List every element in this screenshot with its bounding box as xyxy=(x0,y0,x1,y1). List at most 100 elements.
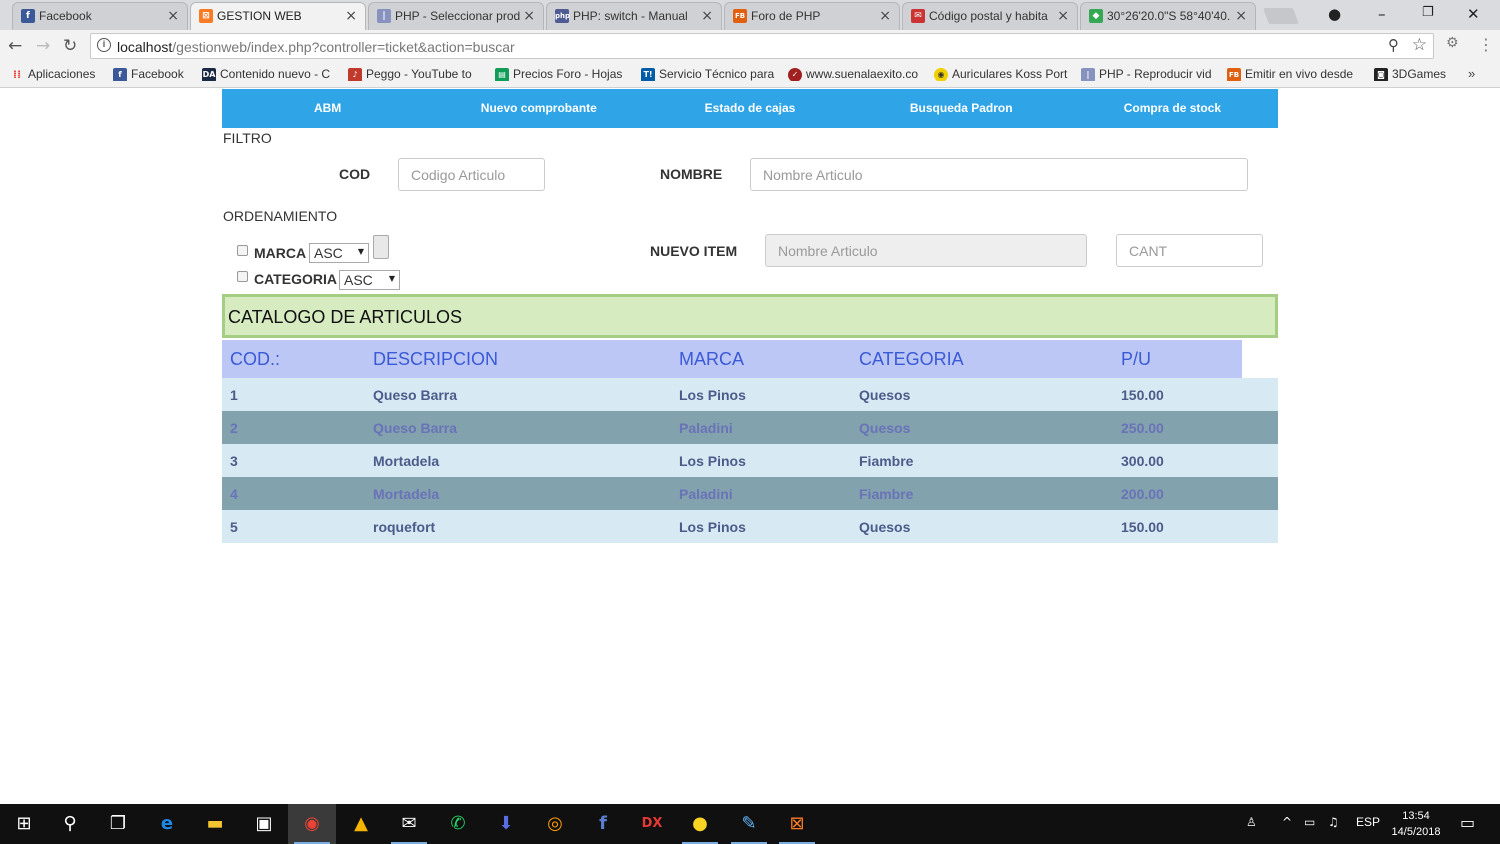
categoria-order-select[interactable]: ASC ▼ xyxy=(339,270,400,290)
warning-app-icon[interactable]: ▲ xyxy=(337,804,385,844)
ordenamiento-heading: ORDENAMIENTO xyxy=(223,208,338,224)
url-text[interactable]: localhost/gestionweb/index.php?controlle… xyxy=(117,39,515,55)
close-tab-icon[interactable]: × xyxy=(523,8,535,24)
bookmark-precios-foro[interactable]: ▤ Precios Foro - Hojas xyxy=(495,67,631,81)
cell-cod: 2 xyxy=(230,420,238,436)
cell-descripcion: Queso Barra xyxy=(373,387,458,403)
marca-order-value: ASC xyxy=(314,245,343,261)
xampp-icon[interactable]: ⊠ xyxy=(773,804,821,844)
bookmark-servicio-tecnico[interactable]: T! Servicio Técnico para xyxy=(641,67,781,81)
apps-icon: ⁞⁞ xyxy=(12,68,22,81)
marca-order-select[interactable]: ASC ▼ xyxy=(309,243,369,263)
tab-gestion-web[interactable]: ⊠ GESTION WEB × xyxy=(190,2,366,30)
bookmark-aplicaciones[interactable]: ⁞⁞ Aplicaciones xyxy=(10,67,106,81)
downloader-icon[interactable]: ⬇ xyxy=(482,804,530,844)
table-row[interactable]: 1 Queso Barra Los Pinos Quesos 150.00 xyxy=(222,378,1278,411)
facebook-app-icon[interactable]: f xyxy=(579,804,627,844)
table-row[interactable]: 5 roquefort Los Pinos Quesos 150.00 xyxy=(222,510,1278,543)
zoom-icon[interactable]: ⚲ xyxy=(1388,36,1399,54)
show-hidden-icons[interactable]: ^ xyxy=(1282,815,1292,829)
notifications-icon[interactable]: ▭ xyxy=(1460,813,1475,832)
tab-foro-php[interactable]: FB Foro de PHP × xyxy=(724,2,900,30)
tab-codigo-postal[interactable]: ✉ Código postal y habita × xyxy=(902,2,1078,30)
windows-start-icon[interactable]: ⊞ xyxy=(0,804,48,844)
more-bookmarks-icon[interactable]: » xyxy=(1468,66,1475,81)
dx-app-icon[interactable]: DX xyxy=(628,804,676,844)
dropdown-arrow-icon: ▼ xyxy=(357,247,364,256)
close-window-icon[interactable]: ✕ xyxy=(1467,5,1480,23)
whatsapp-icon[interactable]: ✆ xyxy=(434,804,482,844)
menu-icon[interactable]: ⋮ xyxy=(1478,35,1494,54)
search-icon[interactable]: ⚲ xyxy=(46,804,94,844)
new-tab-button[interactable] xyxy=(1263,8,1299,24)
extension-icon[interactable]: ⚙ xyxy=(1446,35,1459,51)
table-row[interactable]: 4 Mortadela Paladini Fiambre 200.00 xyxy=(222,477,1278,510)
close-tab-icon[interactable]: × xyxy=(1057,8,1069,24)
language-indicator[interactable]: ESP xyxy=(1356,815,1380,829)
marca-label: MARCA xyxy=(254,245,307,261)
bookmark-facebook[interactable]: f Facebook xyxy=(113,67,195,81)
fruit-app-icon[interactable]: ● xyxy=(676,804,724,844)
close-tab-icon[interactable]: × xyxy=(167,8,179,24)
mail-icon[interactable]: ✉ xyxy=(385,804,433,844)
store-icon[interactable]: ▣ xyxy=(240,804,288,844)
xampp-icon: ⊠ xyxy=(199,9,213,23)
bookmark-emitir-en-vivo[interactable]: FB Emitir en vivo desde xyxy=(1227,67,1365,81)
close-tab-icon[interactable]: × xyxy=(701,8,713,24)
menu-item-busqueda-padron[interactable]: Busqueda Padron xyxy=(856,89,1067,128)
close-tab-icon[interactable]: × xyxy=(345,8,357,24)
chrome-icon[interactable]: ◉ xyxy=(288,804,336,844)
menu-item-compra-de-stock[interactable]: Compra de stock xyxy=(1067,89,1278,128)
sort-button[interactable] xyxy=(373,235,389,259)
marca-checkbox[interactable] xyxy=(237,245,248,256)
profile-icon[interactable]: ● xyxy=(1328,5,1341,23)
cant-input[interactable] xyxy=(1116,234,1263,267)
people-icon[interactable]: ♙ xyxy=(1246,815,1257,829)
table-row[interactable]: 3 Mortadela Los Pinos Fiambre 300.00 xyxy=(222,444,1278,477)
catalog-banner: CATALOGO DE ARTICULOS xyxy=(222,294,1278,338)
tab-google-maps[interactable]: ◆ 30°26'20.0"S 58°40'40. × xyxy=(1080,2,1256,30)
bookmark-auriculares[interactable]: ◉ Auriculares Koss Port xyxy=(934,67,1072,81)
categoria-checkbox[interactable] xyxy=(237,271,248,282)
orange-app-icon[interactable]: ◎ xyxy=(531,804,579,844)
menu-item-estado-de-cajas[interactable]: Estado de cajas xyxy=(644,89,855,128)
cell-marca: Los Pinos xyxy=(679,519,746,535)
nombre-input[interactable] xyxy=(750,158,1248,191)
forward-icon[interactable]: → xyxy=(36,36,50,56)
tab-php-seleccionar[interactable]: | PHP - Seleccionar prod × xyxy=(368,2,544,30)
minimize-icon[interactable]: – xyxy=(1378,5,1386,23)
network-icon[interactable]: ▭ xyxy=(1304,815,1315,829)
restore-icon[interactable]: ❐ xyxy=(1422,5,1434,20)
cell-pu: 250.00 xyxy=(1121,420,1164,436)
bookmark-3dgames[interactable]: ◙ 3DGames xyxy=(1374,67,1460,81)
table-row[interactable]: 2 Queso Barra Paladini Quesos 250.00 xyxy=(222,411,1278,444)
volume-icon[interactable]: ♫ xyxy=(1328,815,1339,829)
close-tab-icon[interactable]: × xyxy=(879,8,891,24)
cell-cod: 4 xyxy=(230,486,238,502)
tab-facebook[interactable]: f Facebook × xyxy=(12,2,188,30)
bookmark-contenido-nuevo[interactable]: DA Contenido nuevo - C xyxy=(202,67,340,81)
notepad-icon[interactable]: ✎ xyxy=(725,804,773,844)
catalog-title: CATALOGO DE ARTICULOS xyxy=(228,307,463,327)
address-bar[interactable]: i localhost/gestionweb/index.php?control… xyxy=(90,33,1434,59)
bookmark-suenalaexito[interactable]: ✓ www.suenalaexito.co xyxy=(788,67,926,81)
reload-icon[interactable]: ↻ xyxy=(63,36,77,56)
edge-icon[interactable]: e xyxy=(143,804,191,844)
clock[interactable]: 13:54 14/5/2018 xyxy=(1386,808,1446,840)
menu-item-nuevo-comprobante[interactable]: Nuevo comprobante xyxy=(433,89,644,128)
dropdown-arrow-icon: ▼ xyxy=(388,274,395,283)
bookmark-php-reproducir[interactable]: | PHP - Reproducir vid xyxy=(1081,67,1219,81)
bookmark-peggo[interactable]: ♪ Peggo - YouTube to xyxy=(348,67,484,81)
close-tab-icon[interactable]: × xyxy=(1235,8,1247,24)
bookmark-star-icon[interactable]: ☆ xyxy=(1412,35,1427,55)
file-explorer-icon[interactable]: ▬ xyxy=(191,804,239,844)
task-view-icon[interactable]: ❐ xyxy=(94,804,142,844)
nuevo-item-input[interactable] xyxy=(765,234,1087,267)
cod-input[interactable] xyxy=(398,158,545,191)
info-icon[interactable]: i xyxy=(97,38,111,52)
cell-cod: 1 xyxy=(230,387,238,403)
cell-categoria: Fiambre xyxy=(859,486,914,502)
menu-item-abm[interactable]: ABM xyxy=(222,89,433,128)
tab-php-switch[interactable]: php PHP: switch - Manual × xyxy=(546,2,722,30)
back-icon[interactable]: ← xyxy=(8,36,22,56)
